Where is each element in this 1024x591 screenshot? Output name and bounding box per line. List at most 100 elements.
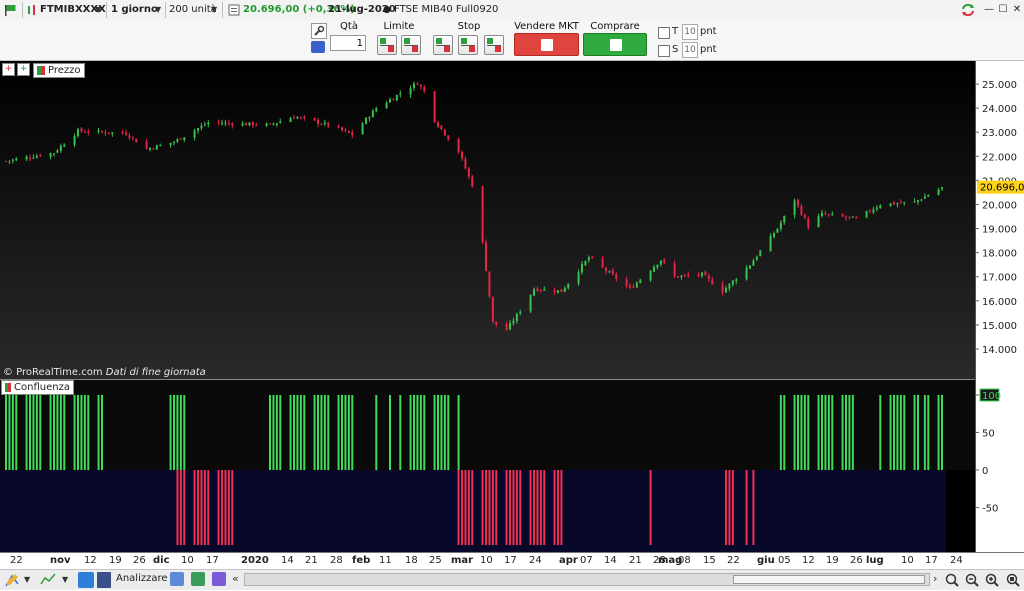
indicator-bar [927,395,930,470]
limit-buy-button[interactable] [377,35,397,55]
indicator-bar [731,470,734,545]
candle-body [149,148,151,150]
sell-market-button[interactable] [514,33,579,56]
candle [361,121,364,135]
indicator-legend-label: Confluenza [14,382,70,393]
draw-tools-icon[interactable] [4,572,20,588]
stop-buy-button[interactable] [433,35,453,55]
candle-body [927,195,930,197]
candle-body [83,131,86,133]
zoom-in-icon[interactable] [984,572,1000,588]
indicator-bar [183,395,186,470]
qty-input[interactable] [330,35,366,51]
candle-body [275,123,278,125]
indicator-bar [725,470,727,545]
indicator-bar [73,395,76,470]
scroll-left-fast-icon[interactable]: « [232,572,239,585]
indicator-bar [903,395,906,470]
x-tick-label: apr [559,555,578,566]
candle-body [159,144,162,147]
candle-body [923,196,926,199]
close-icon[interactable]: ✕ [1011,2,1023,18]
layout-icon[interactable] [212,572,226,586]
scroll-right-icon[interactable]: › [933,572,937,585]
indicator-bar [416,395,419,470]
indicator-bar [779,395,782,470]
collapse-panel-icon[interactable]: + [2,63,15,76]
stop-sell-button[interactable] [458,35,478,55]
x-tick-label: 10 [480,555,493,566]
price-tick-label: 23.000 [982,128,1017,139]
indicator-bar [375,395,378,470]
t-label: T [672,26,679,37]
minimize-icon[interactable]: — [983,2,995,18]
candle-body [56,150,59,153]
instrument-flag-icon[interactable] [3,2,19,18]
timeframe-selector[interactable]: 1 giorno [111,2,158,18]
refresh-icon[interactable] [960,2,976,18]
chart-area[interactable]: 25.00024.00023.00022.00021.00020.00019.0… [0,61,1024,553]
chevron-down-icon[interactable]: ▼ [211,2,217,18]
t-points-input[interactable]: 10 [682,24,698,40]
price-tick-label: 18.000 [982,249,1017,260]
candle-body [241,123,244,126]
candle-body [831,213,834,215]
indicator-bar [176,395,179,470]
info-icon[interactable] [228,2,240,18]
indicators-icon[interactable] [40,572,56,588]
indicator-bar [519,470,522,545]
add-indicator-icon[interactable]: + [17,63,30,76]
maximize-icon[interactable]: ☐ [997,2,1009,18]
limit-sell-button[interactable] [401,35,421,55]
share-icon[interactable] [78,572,94,588]
wrench-icon[interactable] [311,23,327,39]
chart-type-icon[interactable] [26,2,38,18]
x-tick-label: dic [153,555,170,566]
indicator-bar [803,395,806,470]
candle-body [639,279,642,283]
horizontal-scrollbar[interactable] [244,573,930,586]
x-tick-label: 08 [678,555,691,566]
candle-body [341,127,343,131]
chevron-down-icon[interactable]: ▼ [155,2,161,18]
x-tick-label: 24 [529,555,542,566]
indicator-bar [293,395,295,470]
indicator-bar [179,470,182,545]
auto-scale-icon[interactable] [1005,572,1021,588]
indicator-legend[interactable]: Confluenza [1,380,74,395]
stop-checkbox[interactable] [658,45,670,57]
chat-icon[interactable] [170,572,184,586]
candle-body [793,200,796,216]
price-legend[interactable]: Prezzo [33,63,85,78]
analyze-icon[interactable] [97,572,111,588]
candle-body [313,117,316,121]
candle-body [461,151,463,159]
price-chart-svg[interactable]: 25.00024.00023.00022.00021.00020.00019.0… [0,61,1024,553]
indicator-bar [179,395,182,470]
chevron-down-icon[interactable]: ▼ [95,2,101,18]
order-toolbar: Qtà Limite Stop Vendere MKT Comprare MKT… [0,20,1024,61]
analyze-label[interactable]: Analizzare [116,573,168,584]
chevron-down-icon[interactable]: ▼ [62,572,68,588]
zoom-out-icon[interactable] [964,572,980,588]
candle-body [817,216,820,228]
screenshot-icon[interactable] [191,572,205,586]
candle-body [15,158,18,161]
buy-market-button[interactable] [583,33,647,56]
zoom-box-icon[interactable] [944,572,960,588]
stop-limit-button[interactable] [484,35,504,55]
s-points-input[interactable]: 10 [682,42,698,58]
keyboard-icon[interactable] [311,41,325,53]
chevron-down-icon[interactable]: ▼ [24,572,30,588]
indicator-bar [728,470,731,545]
indicator-bar [279,395,282,470]
units-selector[interactable]: 200 unità [169,2,217,18]
candle-body [464,158,467,169]
candle-body [752,260,755,266]
order-ticket-icon [541,39,553,51]
candle-body [53,153,55,155]
candle-body [773,233,775,237]
candle [577,269,580,286]
trailing-checkbox[interactable] [658,27,670,39]
scrollbar-thumb[interactable] [733,575,925,584]
